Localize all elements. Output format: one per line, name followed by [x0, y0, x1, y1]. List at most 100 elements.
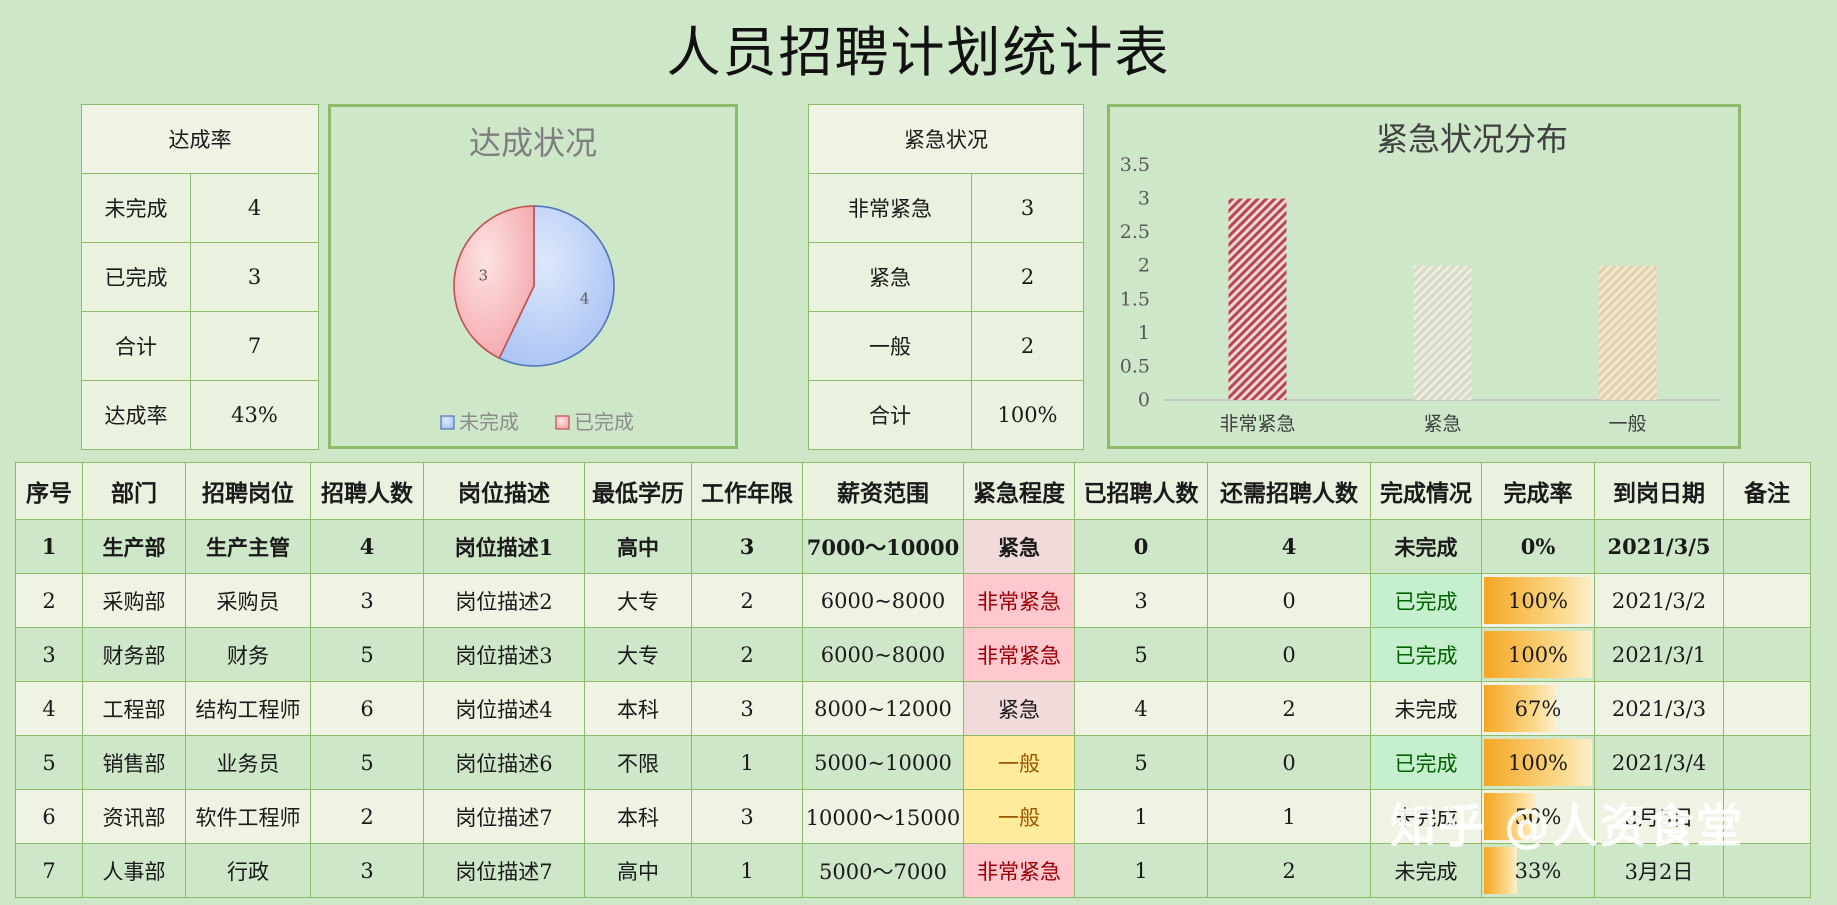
- cell-pos[interactable]: 财务: [185, 627, 311, 682]
- cell-date[interactable]: 2021/3/2: [1594, 573, 1724, 628]
- cell-need[interactable]: 4: [1207, 519, 1371, 574]
- cell-status[interactable]: 未完成: [1370, 681, 1482, 736]
- cell-note[interactable]: [1723, 627, 1811, 682]
- cell-urgency[interactable]: 非常紧急: [963, 627, 1075, 682]
- cell-note[interactable]: [1723, 681, 1811, 736]
- cell-count[interactable]: 3: [310, 573, 424, 628]
- cell-rate[interactable]: 100%: [1481, 573, 1595, 628]
- cell-years[interactable]: 3: [691, 519, 803, 574]
- cell-no[interactable]: 3: [15, 627, 83, 682]
- cell-dept[interactable]: 财务部: [82, 627, 186, 682]
- cell-dept[interactable]: 采购部: [82, 573, 186, 628]
- cell-hired[interactable]: 5: [1074, 627, 1208, 682]
- cell-salary[interactable]: 8000~12000: [802, 681, 964, 736]
- cell-need[interactable]: 2: [1207, 843, 1371, 898]
- cell-dept[interactable]: 生产部: [82, 519, 186, 574]
- cell-status[interactable]: 已完成: [1370, 573, 1482, 628]
- cell-urgency[interactable]: 一般: [963, 789, 1075, 844]
- cell-hired[interactable]: 1: [1074, 789, 1208, 844]
- column-header[interactable]: 到岗日期: [1594, 462, 1724, 520]
- cell-hired[interactable]: 5: [1074, 735, 1208, 790]
- cell-salary[interactable]: 7000～10000: [802, 519, 964, 574]
- cell-status[interactable]: 已完成: [1370, 735, 1482, 790]
- cell-note[interactable]: [1723, 735, 1811, 790]
- cell-no[interactable]: 2: [15, 573, 83, 628]
- cell-count[interactable]: 3: [310, 843, 424, 898]
- cell-edu[interactable]: 不限: [584, 735, 692, 790]
- column-header[interactable]: 部门: [82, 462, 186, 520]
- cell-edu[interactable]: 本科: [584, 681, 692, 736]
- cell-years[interactable]: 1: [691, 735, 803, 790]
- cell-edu[interactable]: 本科: [584, 789, 692, 844]
- cell-edu[interactable]: 大专: [584, 573, 692, 628]
- cell-count[interactable]: 5: [310, 627, 424, 682]
- cell-date[interactable]: 2021/3/5: [1594, 519, 1724, 574]
- cell-pos[interactable]: 软件工程师: [185, 789, 311, 844]
- bar-chart[interactable]: 紧急状况分布 0 0.5 1 1.5 2 2.5 3 3.5 非常紧急 紧急 一般: [1107, 104, 1741, 449]
- cell-dept[interactable]: 人事部: [82, 843, 186, 898]
- column-header[interactable]: 最低学历: [584, 462, 692, 520]
- cell-desc[interactable]: 岗位描述7: [423, 843, 585, 898]
- cell-pos[interactable]: 生产主管: [185, 519, 311, 574]
- cell-hired[interactable]: 3: [1074, 573, 1208, 628]
- cell-rate[interactable]: 67%: [1481, 681, 1595, 736]
- cell-count[interactable]: 4: [310, 519, 424, 574]
- cell-edu[interactable]: 高中: [584, 519, 692, 574]
- column-header[interactable]: 已招聘人数: [1074, 462, 1208, 520]
- column-header[interactable]: 招聘人数: [310, 462, 424, 520]
- cell-edu[interactable]: 高中: [584, 843, 692, 898]
- cell-desc[interactable]: 岗位描述6: [423, 735, 585, 790]
- cell-years[interactable]: 3: [691, 789, 803, 844]
- cell-status[interactable]: 已完成: [1370, 627, 1482, 682]
- cell-need[interactable]: 0: [1207, 627, 1371, 682]
- column-header[interactable]: 岗位描述: [423, 462, 585, 520]
- cell-salary[interactable]: 10000～15000: [802, 789, 964, 844]
- cell-pos[interactable]: 采购员: [185, 573, 311, 628]
- column-header[interactable]: 完成率: [1481, 462, 1595, 520]
- cell-years[interactable]: 1: [691, 843, 803, 898]
- cell-pos[interactable]: 业务员: [185, 735, 311, 790]
- column-header[interactable]: 完成情况: [1370, 462, 1482, 520]
- cell-urgency[interactable]: 紧急: [963, 519, 1075, 574]
- cell-hired[interactable]: 1: [1074, 843, 1208, 898]
- cell-rate[interactable]: 100%: [1481, 735, 1595, 790]
- cell-date[interactable]: 2021/3/4: [1594, 735, 1724, 790]
- cell-dept[interactable]: 销售部: [82, 735, 186, 790]
- cell-count[interactable]: 2: [310, 789, 424, 844]
- cell-years[interactable]: 2: [691, 573, 803, 628]
- cell-rate[interactable]: 0%: [1481, 519, 1595, 574]
- cell-urgency[interactable]: 一般: [963, 735, 1075, 790]
- cell-status[interactable]: 未完成: [1370, 519, 1482, 574]
- cell-date[interactable]: 2021/3/3: [1594, 681, 1724, 736]
- cell-need[interactable]: 2: [1207, 681, 1371, 736]
- cell-salary[interactable]: 6000~8000: [802, 573, 964, 628]
- cell-note[interactable]: [1723, 519, 1811, 574]
- cell-urgency[interactable]: 非常紧急: [963, 843, 1075, 898]
- column-header[interactable]: 还需招聘人数: [1207, 462, 1371, 520]
- cell-no[interactable]: 5: [15, 735, 83, 790]
- column-header[interactable]: 紧急程度: [963, 462, 1075, 520]
- cell-date[interactable]: 2021/3/1: [1594, 627, 1724, 682]
- cell-desc[interactable]: 岗位描述2: [423, 573, 585, 628]
- cell-salary[interactable]: 6000~8000: [802, 627, 964, 682]
- cell-count[interactable]: 5: [310, 735, 424, 790]
- column-header[interactable]: 序号: [15, 462, 83, 520]
- cell-years[interactable]: 3: [691, 681, 803, 736]
- cell-need[interactable]: 0: [1207, 735, 1371, 790]
- cell-no[interactable]: 6: [15, 789, 83, 844]
- cell-years[interactable]: 2: [691, 627, 803, 682]
- column-header[interactable]: 工作年限: [691, 462, 803, 520]
- cell-dept[interactable]: 资讯部: [82, 789, 186, 844]
- pie-chart[interactable]: 达成状况 4 3 未完成 已完成: [328, 104, 738, 449]
- cell-count[interactable]: 6: [310, 681, 424, 736]
- cell-rate[interactable]: 100%: [1481, 627, 1595, 682]
- cell-no[interactable]: 1: [15, 519, 83, 574]
- cell-note[interactable]: [1723, 573, 1811, 628]
- cell-desc[interactable]: 岗位描述7: [423, 789, 585, 844]
- cell-hired[interactable]: 0: [1074, 519, 1208, 574]
- cell-desc[interactable]: 岗位描述4: [423, 681, 585, 736]
- cell-need[interactable]: 1: [1207, 789, 1371, 844]
- column-header[interactable]: 招聘岗位: [185, 462, 311, 520]
- column-header[interactable]: 备注: [1723, 462, 1811, 520]
- cell-desc[interactable]: 岗位描述1: [423, 519, 585, 574]
